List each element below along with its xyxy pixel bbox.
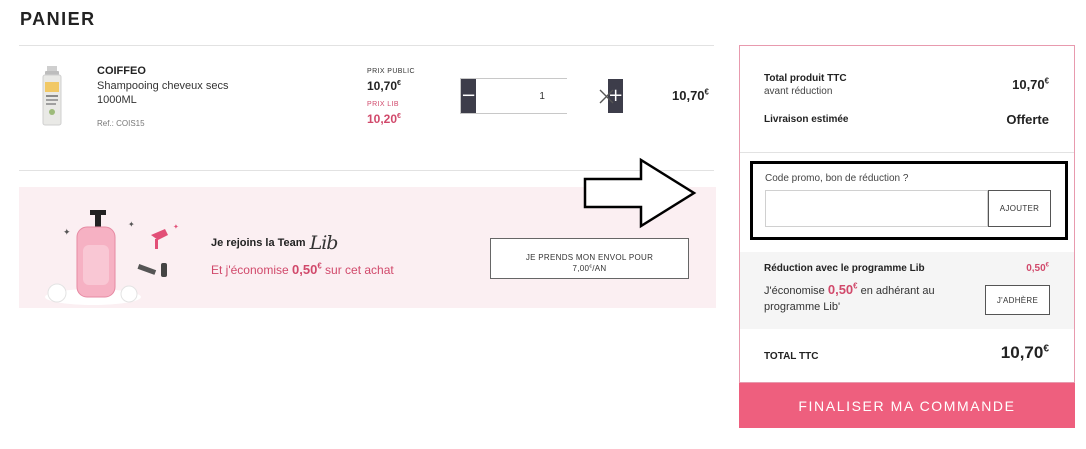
svg-text:✦: ✦ [128, 220, 135, 229]
join-lib-subscription-button[interactable]: JE PRENDS MON ENVOL POUR 7,00€/AN [490, 238, 689, 279]
product-ref: Ref.: COIS15 [97, 119, 145, 128]
divider [740, 152, 1074, 153]
shipping-row: Livraison estimée Offerte [764, 112, 1049, 127]
public-price-label: PRIX PUBLIC [367, 68, 415, 75]
line-total: 10,70€ [672, 87, 709, 103]
product-brand[interactable]: COIFFEO [97, 65, 146, 77]
total-ttc-value: 10,70€ [1000, 343, 1049, 362]
arrow-right-icon [583, 157, 697, 229]
total-product-row: Total produit TTC avant réduction 10,70€ [764, 73, 1049, 97]
total-ttc-label: TOTAL TTC [764, 351, 819, 362]
join-lib-button[interactable]: J'ADHÈRE [985, 285, 1050, 315]
checkout-button[interactable]: FINALISER MA COMMANDE [739, 383, 1075, 428]
add-promo-button[interactable]: AJOUTER [988, 190, 1051, 227]
lib-price: 10,20€ [367, 111, 402, 126]
order-summary-panel: Total produit TTC avant réduction 10,70€… [739, 45, 1075, 383]
lib-program-description: J'économise 0,50€ en adhérant au program… [764, 281, 935, 313]
join-team-text: Je rejoins la Team Lib [211, 232, 339, 254]
promo-code-box: Code promo, bon de réduction ? AJOUTER [750, 161, 1068, 240]
promo-code-input[interactable] [765, 190, 988, 227]
quantity-stepper: − + [460, 78, 624, 114]
remove-item-icon[interactable] [599, 89, 614, 104]
decrease-quantity-button[interactable]: − [461, 79, 477, 113]
shampoo-bottle-illustration-icon: ✦ ✦ ✦ [43, 205, 193, 305]
lib-program-amount: 0,50€ [1026, 262, 1049, 274]
public-price: 10,70€ [367, 78, 402, 93]
lib-logo: Lib [309, 232, 339, 254]
product-name[interactable]: Shampooing cheveux secs 1000ML [97, 79, 257, 107]
promo-code-label: Code promo, bon de réduction ? [765, 173, 909, 184]
quantity-input[interactable] [476, 79, 609, 113]
total-product-value: 10,70€ [1012, 76, 1049, 92]
page-title: PANIER [20, 9, 96, 29]
svg-text:✦: ✦ [63, 227, 71, 237]
lib-program-section: Réduction avec le programme Lib 0,50€ J'… [740, 252, 1074, 329]
lib-price-label: PRIX LIB [367, 101, 399, 108]
shipping-value: Offerte [1006, 112, 1049, 127]
product-image[interactable] [40, 66, 64, 126]
divider [19, 45, 714, 46]
join-team-label: Je rejoins la Team [211, 237, 306, 249]
svg-text:✦: ✦ [173, 223, 179, 231]
lib-program-title: Réduction avec le programme Lib [764, 263, 925, 274]
banner-savings-text: Et j'économise 0,50€ sur cet achat [211, 261, 394, 277]
total-product-label: Total produit TTC [764, 73, 847, 84]
total-product-sub: avant réduction [764, 86, 833, 97]
